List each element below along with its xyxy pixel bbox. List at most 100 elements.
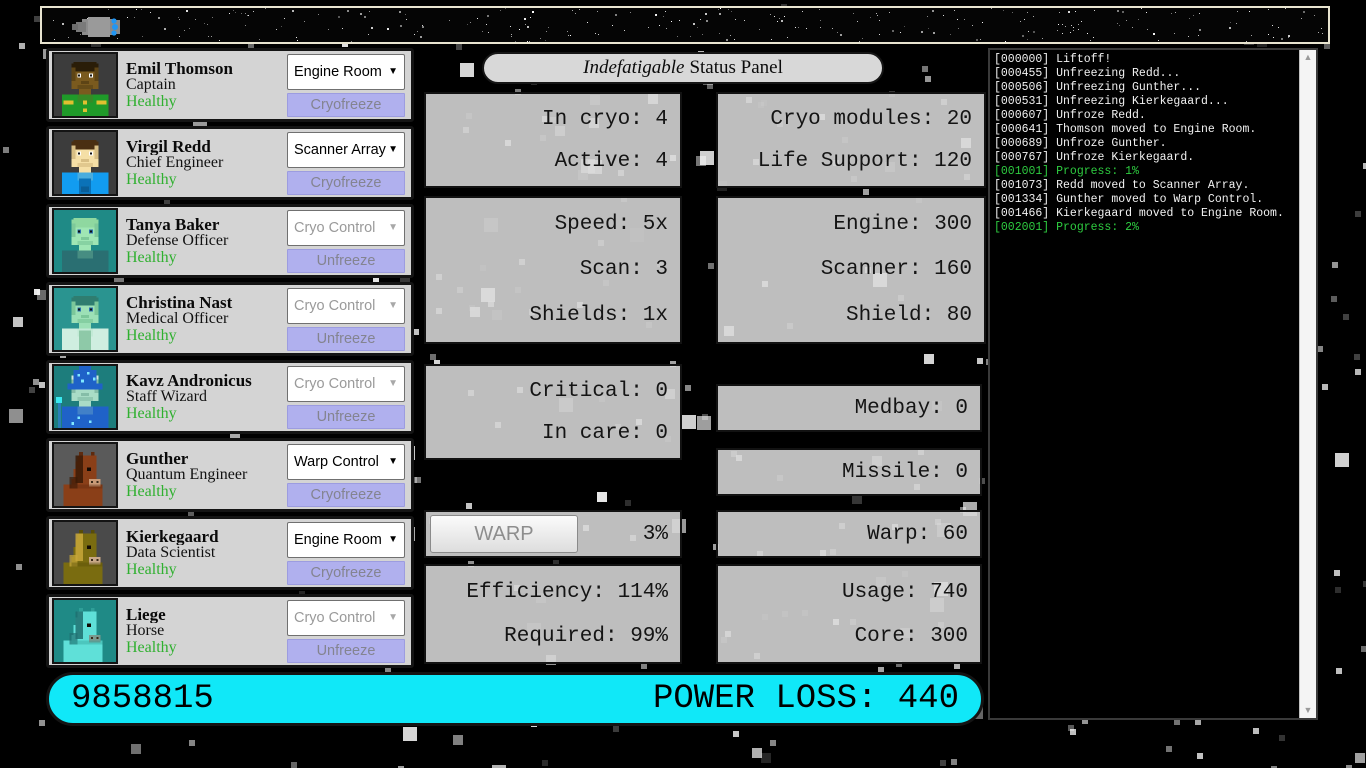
warp-percent-value: 3% bbox=[642, 522, 668, 546]
scan-value: Scan: 3 bbox=[579, 258, 668, 282]
panel-title-suffix: Status Panel bbox=[689, 57, 783, 78]
status-panel: Indefatigable Status Panel In cryo: 4 Act… bbox=[420, 48, 990, 668]
core-value: Core: 300 bbox=[854, 624, 968, 648]
log-entry: [002001] Progress: 2% bbox=[994, 221, 1139, 234]
event-log-list: [000000] Liftoff! [000455] Unfreezing Red… bbox=[990, 50, 1298, 718]
crew-controls: Scanner Array ▼ Cryofreeze bbox=[287, 131, 407, 195]
event-log-panel: [000000] Liftoff! [000455] Unfreezing Red… bbox=[988, 48, 1318, 720]
location-select[interactable]: Engine Room ▼ bbox=[287, 521, 405, 558]
avatar bbox=[52, 286, 118, 352]
cryofreeze-button[interactable]: Cryofreeze bbox=[287, 560, 405, 585]
location-select-value: Engine Room bbox=[294, 531, 382, 548]
crew-name: Christina Nast bbox=[126, 293, 233, 312]
medbay-box: Medbay: 0 bbox=[716, 384, 982, 432]
medbay-value: Medbay: 0 bbox=[854, 396, 968, 420]
status-bar: 9858815 POWER LOSS: 440 bbox=[46, 672, 984, 726]
unfreeze-button[interactable]: Unfreeze bbox=[287, 404, 405, 429]
crew-info: Emil Thomson Captain Healthy bbox=[118, 60, 287, 111]
crew-name: Emil Thomson bbox=[126, 59, 233, 78]
log-entry: [001001] Progress: 1% bbox=[994, 165, 1139, 178]
in-cryo-value: In cryo: 4 bbox=[541, 107, 668, 131]
health-stats-box: Critical: 0 In care: 0 bbox=[424, 364, 682, 460]
log-entry: [000641] Thomson moved to Engine Room. bbox=[994, 123, 1257, 136]
scroll-down-icon[interactable]: ▼ bbox=[1304, 706, 1313, 715]
crew-role: Quantum Engineer bbox=[126, 467, 248, 484]
chevron-down-icon: ▼ bbox=[388, 534, 398, 545]
power-efficiency-box: Efficiency: 114% Required: 99% bbox=[424, 564, 682, 664]
crew-status: Healthy bbox=[126, 170, 177, 188]
crew-info: Kierkegaard Data Scientist Healthy bbox=[118, 528, 287, 579]
cryo-modules-value: Cryo modules: 20 bbox=[770, 107, 972, 131]
location-select-value: Cryo Control bbox=[294, 609, 376, 626]
chevron-down-icon: ▼ bbox=[388, 456, 398, 467]
location-select-value: Scanner Array bbox=[294, 141, 386, 158]
location-select-value: Cryo Control bbox=[294, 219, 376, 236]
power-usage-box: Usage: 740 Core: 300 bbox=[716, 564, 982, 664]
log-entry: [001073] Redd moved to Scanner Array. bbox=[994, 179, 1250, 192]
location-select[interactable]: Engine Room ▼ bbox=[287, 53, 405, 90]
chevron-down-icon: ▼ bbox=[388, 222, 398, 233]
crew-status: Healthy bbox=[126, 248, 177, 266]
cryofreeze-button[interactable]: Cryofreeze bbox=[287, 482, 405, 507]
missile-value: Missile: 0 bbox=[841, 460, 968, 484]
systems-stats-box: Engine: 300 Scanner: 160 Shield: 80 bbox=[716, 196, 986, 344]
modules-stats-box: Cryo modules: 20 Life Support: 120 bbox=[716, 92, 986, 188]
crew-name: Virgil Redd bbox=[126, 137, 211, 156]
log-scrollbar[interactable]: ▲ ▼ bbox=[1299, 50, 1316, 718]
location-select: Cryo Control ▼ bbox=[287, 365, 405, 402]
avatar bbox=[52, 598, 118, 664]
crew-stats-box: In cryo: 4 Active: 4 bbox=[424, 92, 682, 188]
warp-power-box: Warp: 60 bbox=[716, 510, 982, 558]
avatar bbox=[52, 364, 118, 430]
critical-value: Critical: 0 bbox=[529, 379, 668, 403]
unfreeze-button[interactable]: Unfreeze bbox=[287, 326, 405, 351]
crew-info: Gunther Quantum Engineer Healthy bbox=[118, 450, 287, 501]
crew-controls: Warp Control ▼ Cryofreeze bbox=[287, 443, 407, 507]
scanner-value: Scanner: 160 bbox=[820, 258, 972, 282]
crew-controls: Engine Room ▼ Cryofreeze bbox=[287, 521, 407, 585]
crew-role: Horse bbox=[126, 623, 165, 640]
location-select-value: Cryo Control bbox=[294, 375, 376, 392]
chevron-down-icon: ▼ bbox=[388, 66, 398, 77]
chevron-down-icon: ▼ bbox=[388, 612, 398, 623]
location-select-value: Warp Control bbox=[294, 453, 379, 470]
location-select-value: Cryo Control bbox=[294, 297, 376, 314]
crew-card: Liege Horse Healthy Cryo Control ▼ Unfreeze bbox=[46, 594, 414, 668]
crew-card: Kierkegaard Data Scientist Healthy Engine R… bbox=[46, 516, 414, 590]
crew-info: Virgil Redd Chief Engineer Healthy bbox=[118, 138, 287, 189]
life-support-value: Life Support: 120 bbox=[757, 149, 972, 173]
log-entry: [000506] Unfreezing Gunther... bbox=[994, 81, 1202, 94]
crew-name: Kavz Andronicus bbox=[126, 371, 252, 390]
log-entry: [001466] Kierkegaard moved to Engine Roo… bbox=[994, 207, 1284, 220]
crew-status: Healthy bbox=[126, 560, 177, 578]
crew-role: Medical Officer bbox=[126, 311, 229, 328]
location-select[interactable]: Warp Control ▼ bbox=[287, 443, 405, 480]
shields-value: Shields: 1x bbox=[529, 303, 668, 327]
scroll-up-icon[interactable]: ▲ bbox=[1304, 53, 1313, 62]
log-entry: [000000] Liftoff! bbox=[994, 53, 1112, 66]
log-entry: [000767] Unfroze Kierkegaard. bbox=[994, 151, 1195, 164]
log-entry: [000531] Unfreezing Kierkegaard... bbox=[994, 95, 1229, 108]
crew-status: Healthy bbox=[126, 404, 177, 422]
shield-value: Shield: 80 bbox=[845, 303, 972, 327]
crew-role: Staff Wizard bbox=[126, 389, 207, 406]
active-value: Active: 4 bbox=[554, 149, 668, 173]
warp-button[interactable]: WARP bbox=[430, 515, 578, 553]
engine-value: Engine: 300 bbox=[833, 213, 972, 237]
efficiency-value: Efficiency: 114% bbox=[466, 580, 668, 604]
location-select: Cryo Control ▼ bbox=[287, 599, 405, 636]
unfreeze-button[interactable]: Unfreeze bbox=[287, 638, 405, 663]
unfreeze-button[interactable]: Unfreeze bbox=[287, 248, 405, 273]
cryofreeze-button[interactable]: Cryofreeze bbox=[287, 170, 405, 195]
cryofreeze-button[interactable]: Cryofreeze bbox=[287, 92, 405, 117]
avatar bbox=[52, 52, 118, 118]
location-select: Cryo Control ▼ bbox=[287, 209, 405, 246]
warp-power-value: Warp: 60 bbox=[867, 522, 968, 546]
crew-name: Tanya Baker bbox=[126, 215, 220, 234]
crew-role: Captain bbox=[126, 77, 176, 94]
crew-card: Kavz Andronicus Staff Wizard Healthy Cryo C… bbox=[46, 360, 414, 434]
crew-card: Tanya Baker Defense Officer Healthy Cryo Co… bbox=[46, 204, 414, 278]
location-select[interactable]: Scanner Array ▼ bbox=[287, 131, 405, 168]
crew-status: Healthy bbox=[126, 638, 177, 656]
in-care-value: In care: 0 bbox=[541, 421, 668, 445]
